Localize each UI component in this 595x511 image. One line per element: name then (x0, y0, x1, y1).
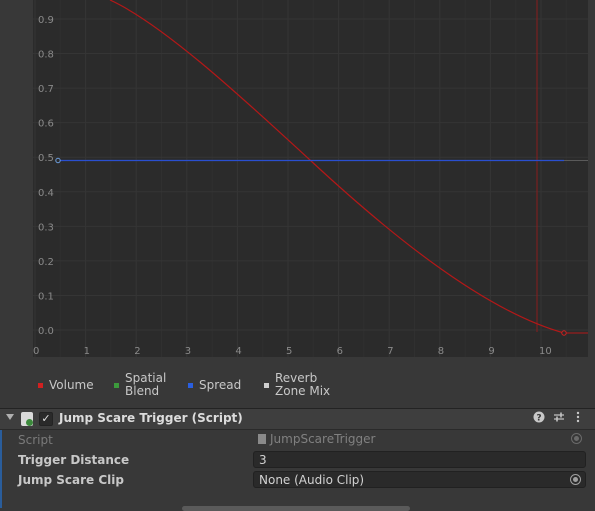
curve-legend: Volume Spatial Blend Spread Reverb Zone … (0, 368, 595, 408)
legend-label: Reverb Zone Mix (275, 371, 331, 398)
y-tick-label: 0.0 (38, 326, 54, 337)
curve-graph[interactable]: 0.9 0.8 0.7 0.6 0.5 0.4 0.3 0.2 0.1 0.0 0 1 2 3 4 5 6 7 8… (0, 0, 595, 368)
object-picker-icon (571, 433, 582, 444)
trigger-distance-value: 3 (259, 453, 267, 467)
legend-volume[interactable]: Volume (38, 379, 94, 392)
x-tick-label: 6 (337, 346, 343, 357)
x-tick-label: 2 (134, 346, 140, 357)
cs-file-icon (258, 434, 266, 444)
volume-key[interactable] (561, 330, 567, 336)
x-tick-label: 7 (387, 346, 393, 357)
property-row-script: Script JumpScareTrigger (0, 430, 595, 450)
horizontal-scrollbar[interactable] (182, 506, 410, 511)
spread-key[interactable] (55, 157, 61, 164)
legend-spatial-blend[interactable]: Spatial Blend (114, 372, 175, 398)
x-tick-label: 1 (84, 346, 90, 357)
kebab-menu-icon[interactable] (575, 411, 581, 426)
x-tick-label: 3 (185, 346, 191, 357)
x-tick-label: 0 (33, 346, 39, 357)
component-header[interactable]: ✓ Jump Scare Trigger (Script) ? (0, 408, 595, 430)
component-enabled-checkbox[interactable]: ✓ (39, 412, 53, 426)
legend-spread[interactable]: Spread (188, 379, 241, 392)
property-label: Jump Scare Clip (18, 473, 124, 487)
x-tick-label: 8 (438, 346, 444, 357)
legend-label: Volume (49, 378, 94, 392)
y-tick-label: 0.6 (38, 119, 54, 130)
preset-icon[interactable] (553, 411, 565, 426)
property-row-jump-scare-clip: Jump Scare Clip None (Audio Clip) (0, 470, 595, 490)
y-tick-label: 0.1 (38, 291, 54, 302)
object-picker-icon[interactable] (570, 474, 581, 485)
help-icon[interactable]: ? (533, 411, 545, 426)
spatial-blend-swatch-icon (114, 382, 119, 388)
y-tick-label: 0.7 (38, 84, 54, 95)
component-inspector: ✓ Jump Scare Trigger (Script) ? Script J… (0, 408, 595, 511)
script-field: JumpScareTrigger (253, 431, 586, 448)
x-tick-label: 10 (539, 346, 552, 357)
y-tick-label: 0.4 (38, 188, 54, 199)
property-label: Script (18, 433, 53, 447)
x-tick-label: 5 (286, 346, 292, 357)
foldout-arrow-icon[interactable] (6, 414, 14, 420)
legend-label: Spread (199, 378, 242, 392)
y-tick-label: 0.8 (38, 50, 54, 61)
svg-text:?: ? (536, 414, 541, 424)
component-title: Jump Scare Trigger (Script) (59, 411, 243, 425)
y-tick-label: 0.2 (38, 257, 54, 268)
x-tick-label: 4 (235, 346, 241, 357)
audio-curve-panel[interactable]: 0.9 0.8 0.7 0.6 0.5 0.4 0.3 0.2 0.1 0.0 0 1 2 3 4 5 6 7 8… (0, 0, 595, 368)
jump-scare-clip-value: None (Audio Clip) (259, 473, 365, 487)
y-tick-label: 0.9 (38, 15, 54, 26)
property-label: Trigger Distance (18, 453, 130, 467)
trigger-distance-field[interactable]: 3 (253, 451, 586, 468)
y-tick-label: 0.5 (38, 153, 54, 164)
y-tick-label: 0.3 (38, 222, 54, 233)
reverb-swatch-icon (264, 382, 269, 388)
x-tick-label: 9 (488, 346, 494, 357)
script-icon (21, 412, 33, 426)
volume-swatch-icon (38, 383, 43, 388)
jump-scare-clip-field[interactable]: None (Audio Clip) (253, 471, 586, 488)
script-name: JumpScareTrigger (270, 432, 376, 446)
script-field-value: JumpScareTrigger (258, 432, 375, 446)
property-row-trigger-distance: Trigger Distance 3 (0, 450, 595, 470)
legend-label: Spatial Blend (125, 371, 167, 398)
spread-swatch-icon (188, 383, 193, 388)
legend-reverb-zone-mix[interactable]: Reverb Zone Mix (264, 372, 339, 398)
